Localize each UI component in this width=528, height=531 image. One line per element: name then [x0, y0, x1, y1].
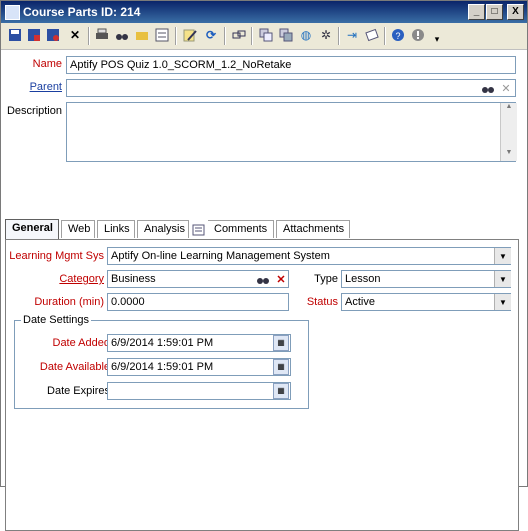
duration-input[interactable]: 0.0000	[107, 293, 289, 311]
save-new-icon[interactable]	[26, 27, 42, 43]
attach-icon[interactable]	[364, 27, 380, 43]
globe-icon[interactable]: ◍	[298, 27, 314, 43]
copy-record-icon[interactable]	[278, 27, 294, 43]
copy-icon[interactable]	[258, 27, 274, 43]
info-icon[interactable]	[410, 27, 426, 43]
tab-comments[interactable]: Comments	[208, 220, 274, 238]
type-label: Type	[314, 273, 338, 285]
toolbar: ✕ ⟳ ◍ ✲ ⇥ ? ▾	[1, 23, 527, 50]
parent-input[interactable]	[66, 79, 516, 97]
name-input[interactable]: Aptify POS Quiz 1.0_SCORM_1.2_NoRetake	[66, 56, 516, 74]
find-icon[interactable]	[114, 27, 130, 43]
description-textarea[interactable]	[66, 102, 516, 162]
minimize-button[interactable]: _	[468, 4, 485, 20]
save-close-icon[interactable]	[45, 27, 61, 43]
more-icon[interactable]: ▾	[429, 31, 445, 47]
date-expires-calendar-icon[interactable]: ▦	[273, 383, 289, 399]
parent-clear-icon[interactable]: ✕	[497, 79, 515, 97]
date-expires-input[interactable]	[107, 382, 291, 400]
description-label: Description	[6, 105, 62, 117]
duration-label: Duration (min)	[34, 296, 104, 308]
form-area: Name Aptify POS Quiz 1.0_SCORM_1.2_NoRet…	[1, 50, 527, 531]
tab-attachments[interactable]: Attachments	[276, 220, 350, 238]
general-tab-panel: Learning Mgmt Sys Aptify On-line Learnin…	[5, 239, 519, 531]
save-icon[interactable]	[7, 27, 23, 43]
window-title: Course Parts ID: 214	[23, 5, 141, 19]
date-available-input[interactable]: 6/9/2014 1:59:01 PM	[107, 358, 291, 376]
lms-dropdown-icon[interactable]: ▼	[494, 248, 511, 264]
tab-web[interactable]: Web	[61, 220, 95, 238]
help-icon[interactable]: ?	[390, 27, 406, 43]
date-settings-label: Date Settings	[21, 314, 92, 326]
svg-text:?: ?	[396, 31, 401, 41]
tab-general[interactable]: General	[5, 219, 59, 239]
import-icon[interactable]: ⇥	[344, 27, 360, 43]
category-clear-icon[interactable]: ✕	[272, 270, 290, 288]
scroll-up-icon[interactable]: ▲	[501, 103, 517, 115]
spinner-icon[interactable]: ✲	[318, 27, 334, 43]
scroll-down-icon[interactable]: ▼	[501, 149, 517, 161]
maximize-button[interactable]: □	[486, 4, 503, 20]
type-dropdown-icon[interactable]: ▼	[494, 271, 511, 287]
category-label[interactable]: Category	[59, 273, 104, 285]
lms-select[interactable]: Aptify On-line Learning Management Syste…	[107, 247, 511, 265]
name-label: Name	[32, 58, 62, 70]
app-icon	[5, 5, 20, 20]
date-added-input[interactable]: 6/9/2014 1:59:01 PM	[107, 334, 291, 352]
date-available-calendar-icon[interactable]: ▦	[273, 359, 289, 375]
date-expires-label: Date Expires	[47, 385, 110, 397]
delete-icon[interactable]: ✕	[67, 27, 83, 43]
status-label: Status	[306, 296, 338, 308]
lms-label: Learning Mgmt Sys	[9, 250, 104, 262]
tab-strip: General Web Links Analysis Comments Atta…	[5, 219, 523, 240]
comments-tab-icon	[192, 223, 206, 237]
open-folder-icon[interactable]	[134, 27, 150, 43]
description-scrollbar[interactable]: ▲ ▼	[500, 103, 517, 161]
category-find-icon[interactable]	[254, 270, 272, 288]
refresh-icon[interactable]: ⟳	[203, 27, 219, 43]
print-icon[interactable]	[94, 27, 110, 43]
type-select[interactable]: Lesson	[341, 270, 511, 288]
date-settings-group: Date Settings Date Added 6/9/2014 1:59:0…	[14, 314, 309, 409]
parent-label[interactable]: Parent	[30, 81, 62, 93]
date-added-calendar-icon[interactable]: ▦	[273, 335, 289, 351]
close-button[interactable]: X	[507, 4, 524, 20]
edit-icon[interactable]	[182, 27, 198, 43]
date-available-label: Date Available	[39, 361, 110, 373]
list-icon[interactable]	[154, 27, 170, 43]
status-select[interactable]: Active	[341, 293, 511, 311]
date-added-label: Date Added	[52, 337, 111, 349]
link-icon[interactable]	[231, 27, 247, 43]
parent-find-icon[interactable]	[479, 79, 497, 97]
tab-links[interactable]: Links	[97, 220, 135, 238]
title-bar: Course Parts ID: 214 _ □ X	[1, 1, 527, 23]
tab-analysis[interactable]: Analysis	[137, 220, 189, 238]
status-dropdown-icon[interactable]: ▼	[494, 294, 511, 310]
course-parts-window: Course Parts ID: 214 _ □ X ✕ ⟳ ◍ ✲ ⇥ ? ▾…	[0, 0, 528, 531]
